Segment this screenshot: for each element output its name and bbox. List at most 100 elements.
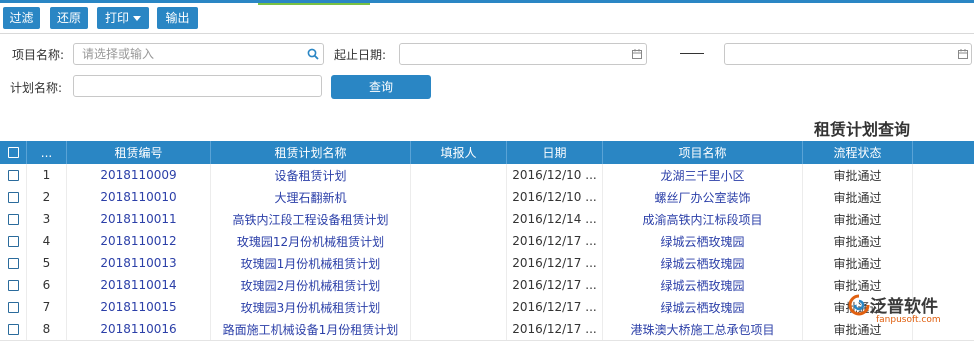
date-cell: 2016/12/17 ... (507, 296, 603, 318)
row-select-cell[interactable] (0, 164, 27, 186)
checkbox-icon[interactable] (7, 235, 19, 247)
brand-url: fanpusoft.com (876, 315, 941, 325)
rental-code-link[interactable]: 2018110016 (67, 318, 211, 340)
rental-code-link[interactable]: 2018110009 (67, 164, 211, 186)
table-row[interactable]: 4 2018110012 玫瑰园12月份机械租赁计划 2016/12/17 ... 绿城… (0, 230, 974, 253)
project-name-link[interactable]: 螺丝厂办公室装饰 (603, 186, 803, 208)
rental-code-link[interactable]: 2018110013 (67, 252, 211, 274)
checkbox-icon[interactable] (7, 279, 19, 291)
filler-cell (411, 318, 507, 340)
checkbox-icon[interactable] (7, 323, 19, 335)
header-plan-name[interactable]: 租赁计划名称 (211, 141, 411, 164)
page-title: 租赁计划查询 (814, 120, 911, 139)
plan-name-link[interactable]: 大理石翻新机 (211, 186, 411, 208)
row-select-cell[interactable] (0, 208, 27, 230)
rental-code-link[interactable]: 2018110010 (67, 186, 211, 208)
table-row[interactable]: 7 2018110015 玫瑰园3月份机械租赁计划 2016/12/17 ... 绿城云… (0, 296, 974, 319)
project-name-link[interactable]: 成渝高铁内江标段项目 (603, 208, 803, 230)
plan-name-link[interactable]: 路面施工机械设备1月份租赁计划 (211, 318, 411, 340)
row-number: 2 (27, 186, 67, 208)
flow-status-cell: 审批通过 (803, 186, 913, 208)
plan-name-input[interactable] (73, 75, 322, 97)
start-date-input[interactable] (399, 43, 647, 65)
header-project-name[interactable]: 项目名称 (603, 141, 803, 164)
project-name-link[interactable]: 绿城云栖玫瑰园 (603, 230, 803, 252)
date-cell: 2016/12/17 ... (507, 252, 603, 274)
rental-code-link[interactable]: 2018110011 (67, 208, 211, 230)
project-name-link[interactable]: 港珠澳大桥施工总承包项目 (603, 318, 803, 340)
row-select-cell[interactable] (0, 274, 27, 296)
row-filler-space (913, 186, 974, 208)
checkbox-icon[interactable] (7, 257, 19, 269)
row-number: 3 (27, 208, 67, 230)
plan-name-link[interactable]: 玫瑰园12月份机械租赁计划 (211, 230, 411, 252)
plan-name-label: 计划名称: (10, 81, 63, 95)
filler-cell (411, 186, 507, 208)
print-button[interactable]: 打印 (97, 7, 149, 29)
table-header: ... 租赁编号 租赁计划名称 填报人 日期 项目名称 流程状态 (0, 141, 974, 164)
flow-status-cell: 审批通过 (803, 230, 913, 252)
header-flow-status[interactable]: 流程状态 (803, 141, 913, 164)
header-filler[interactable]: 填报人 (411, 141, 507, 164)
brand-logo-icon (848, 294, 870, 316)
select-all-cell[interactable] (0, 141, 27, 164)
filler-cell (411, 252, 507, 274)
rental-code-link[interactable]: 2018110014 (67, 274, 211, 296)
table-row[interactable]: 6 2018110014 玫瑰园2月份机械租赁计划 2016/12/17 ... 绿城云… (0, 274, 974, 297)
checkbox-icon[interactable] (7, 169, 19, 181)
query-button[interactable]: 查询 (331, 75, 431, 99)
calendar-icon[interactable] (958, 49, 968, 59)
toolbar-divider (0, 33, 974, 34)
row-select-cell[interactable] (0, 252, 27, 274)
date-cell: 2016/12/17 ... (507, 318, 603, 340)
checkbox-icon[interactable] (7, 301, 19, 313)
row-number: 7 (27, 296, 67, 318)
row-select-cell[interactable] (0, 230, 27, 252)
table-row[interactable]: 3 2018110011 高铁内江段工程设备租赁计划 2016/12/14 ... 成渝… (0, 208, 974, 231)
checkbox-icon[interactable] (7, 147, 19, 158)
row-filler-space (913, 230, 974, 252)
row-number: 8 (27, 318, 67, 340)
header-row-number: ... (27, 141, 67, 164)
rental-code-link[interactable]: 2018110012 (67, 230, 211, 252)
checkbox-icon[interactable] (7, 213, 19, 225)
filler-cell (411, 230, 507, 252)
filler-cell (411, 296, 507, 318)
plan-name-link[interactable]: 设备租赁计划 (211, 164, 411, 186)
export-button[interactable]: 输出 (157, 7, 198, 29)
project-name-link[interactable]: 龙湖三千里小区 (603, 164, 803, 186)
calendar-icon[interactable] (632, 49, 642, 59)
row-select-cell[interactable] (0, 296, 27, 318)
row-select-cell[interactable] (0, 318, 27, 340)
restore-button[interactable]: 还原 (50, 7, 88, 29)
row-select-cell[interactable] (0, 186, 27, 208)
row-filler-space (913, 208, 974, 230)
end-date-input[interactable] (724, 43, 972, 65)
checkbox-icon[interactable] (7, 191, 19, 203)
project-name-link[interactable]: 绿城云栖玫瑰园 (603, 252, 803, 274)
rental-code-link[interactable]: 2018110015 (67, 296, 211, 318)
search-icon[interactable] (307, 48, 319, 60)
table-row[interactable]: 2 2018110010 大理石翻新机 2016/12/10 ... 螺丝厂办公室装饰审… (0, 186, 974, 209)
project-name-input[interactable] (73, 43, 324, 65)
table-row[interactable]: 1 2018110009 设备租赁计划 2016/12/10 ... 龙湖三千里小区 审批… (0, 164, 974, 187)
row-number: 4 (27, 230, 67, 252)
flow-status-cell: 审批通过 (803, 252, 913, 274)
date-range-separator (680, 53, 704, 54)
plan-name-link[interactable]: 玫瑰园2月份机械租赁计划 (211, 274, 411, 296)
plan-name-link[interactable]: 玫瑰园3月份机械租赁计划 (211, 296, 411, 318)
header-filler-space (913, 141, 974, 164)
project-name-link[interactable]: 绿城云栖玫瑰园 (603, 274, 803, 296)
row-number: 1 (27, 164, 67, 186)
date-range-label: 起止日期: (334, 48, 387, 62)
filter-button[interactable]: 过滤 (3, 7, 40, 29)
plan-name-link[interactable]: 高铁内江段工程设备租赁计划 (211, 208, 411, 230)
header-date[interactable]: 日期 (507, 141, 603, 164)
project-name-link[interactable]: 绿城云栖玫瑰园 (603, 296, 803, 318)
header-rental-code[interactable]: 租赁编号 (67, 141, 211, 164)
row-number: 5 (27, 252, 67, 274)
plan-name-link[interactable]: 玫瑰园1月份机械租赁计划 (211, 252, 411, 274)
flow-status-cell: 审批通过 (803, 208, 913, 230)
chevron-down-icon (133, 16, 141, 21)
table-row[interactable]: 5 2018110013 玫瑰园1月份机械租赁计划 2016/12/17 ... 绿城云… (0, 252, 974, 275)
